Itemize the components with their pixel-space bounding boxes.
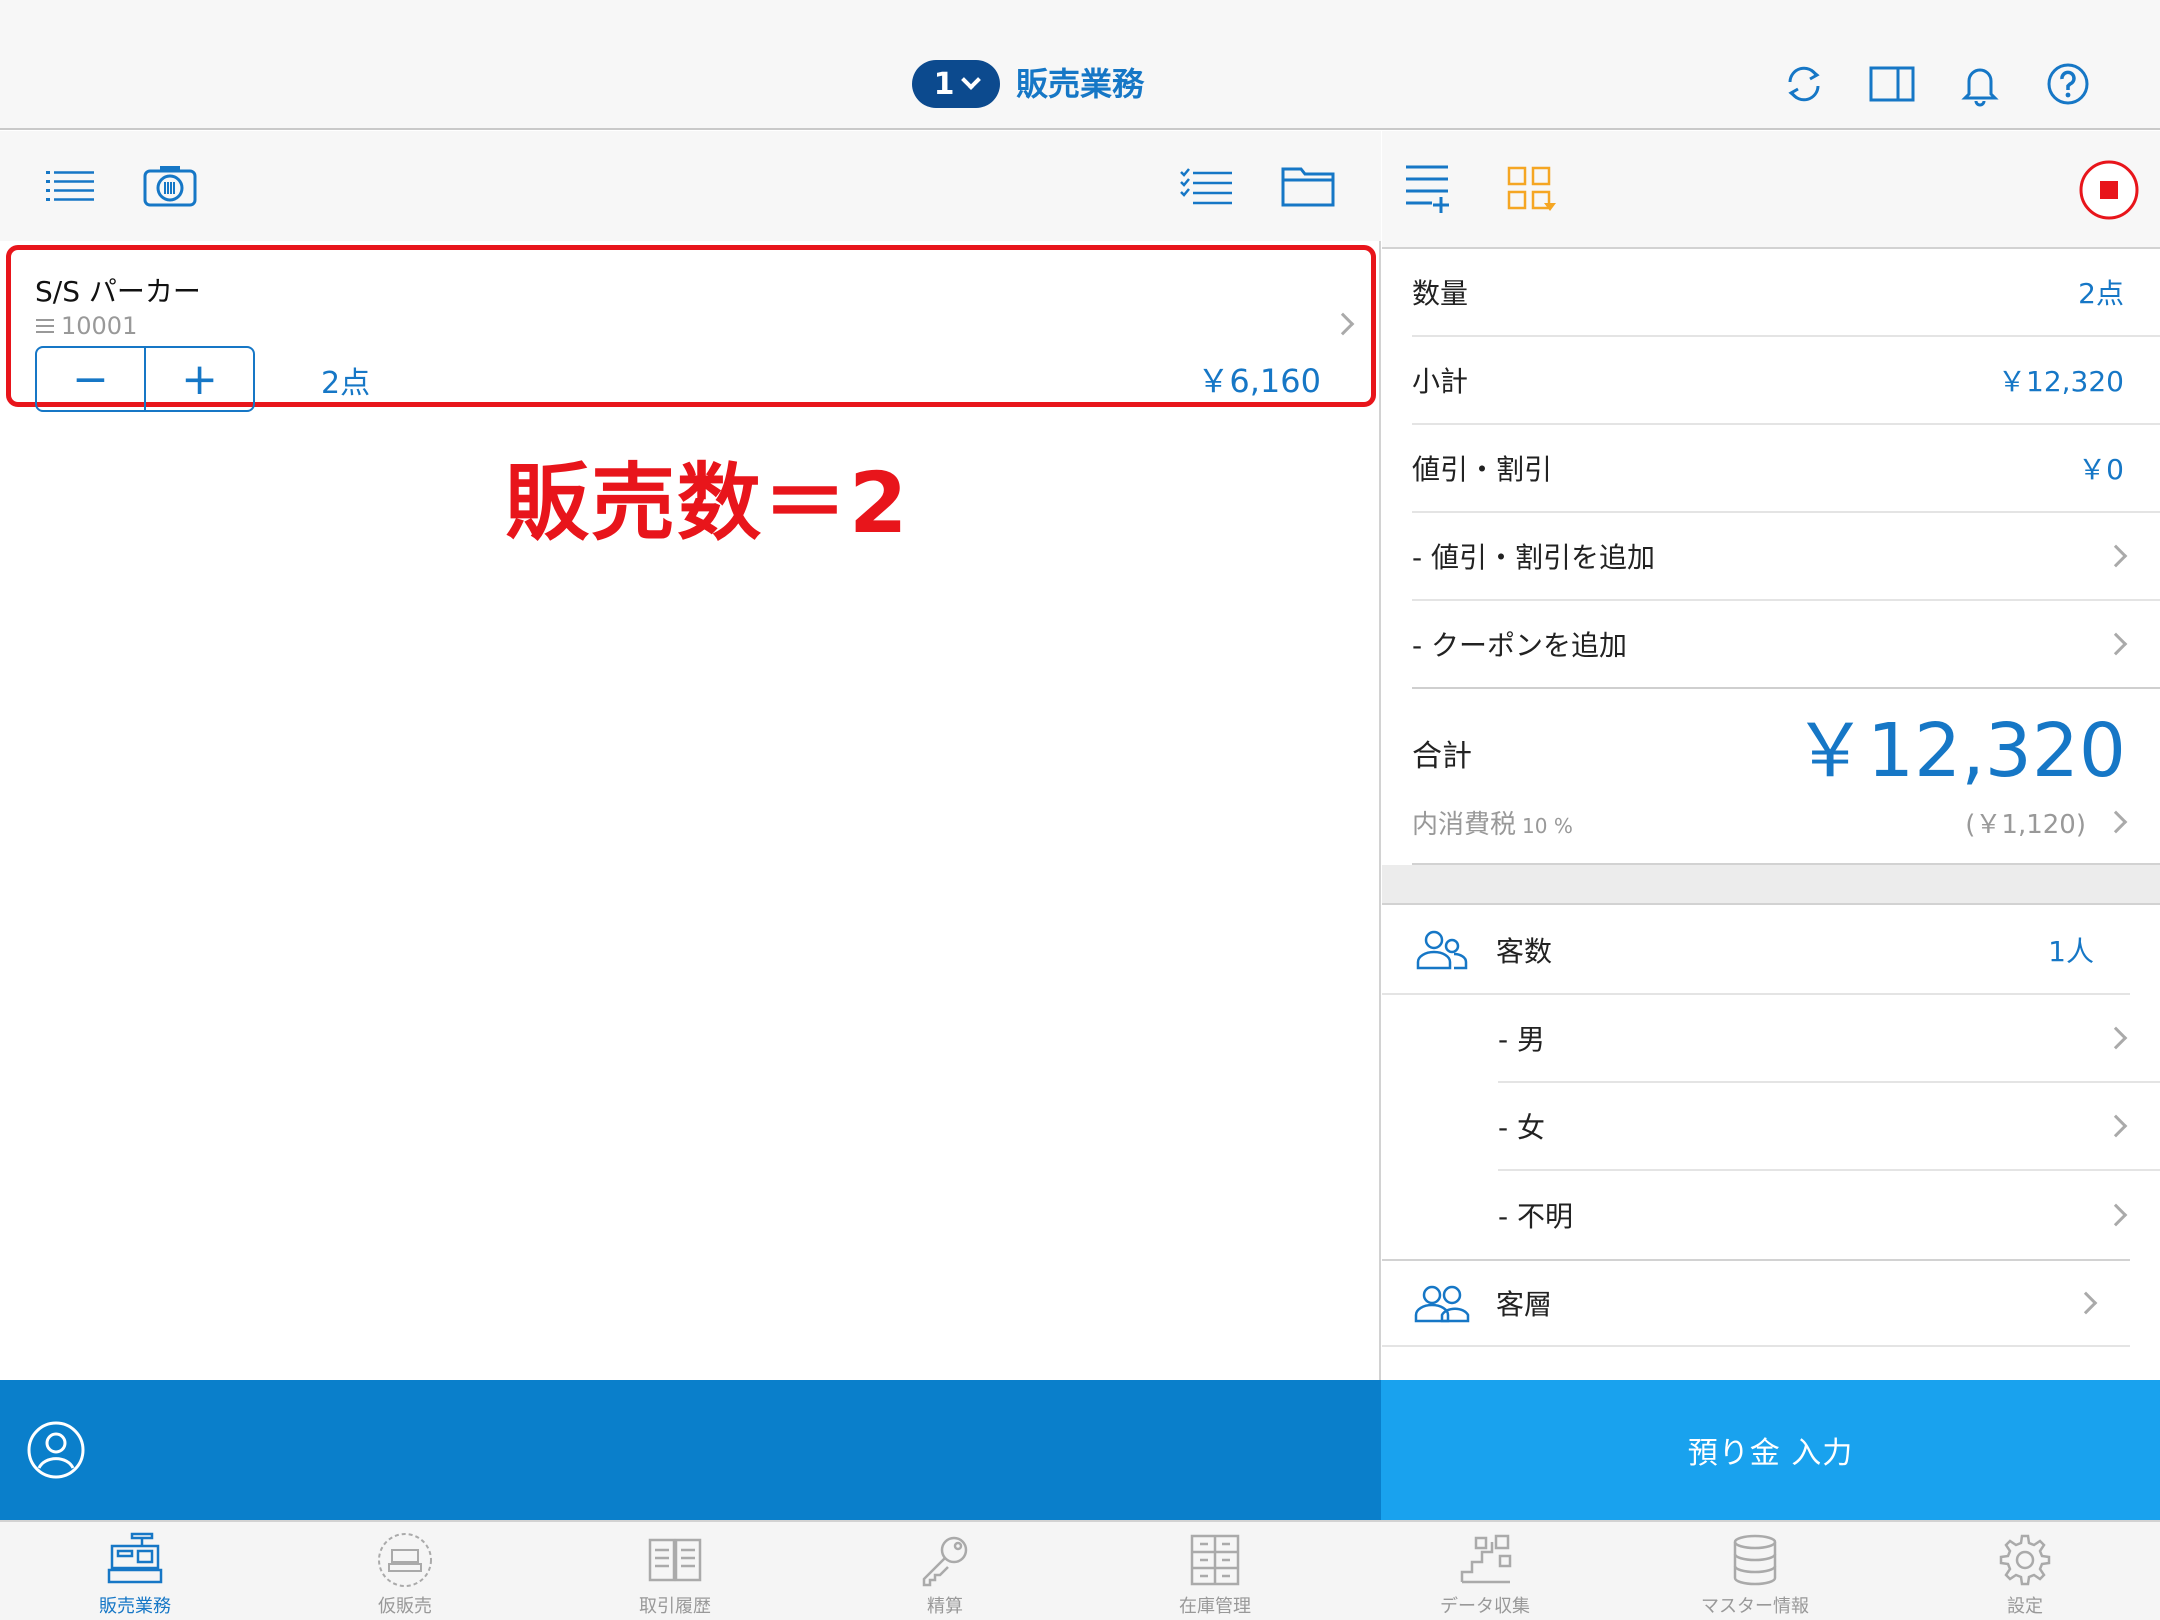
discount-value: ￥0	[2078, 453, 2124, 486]
customer-bar	[0, 1380, 1381, 1520]
quantity-stepper: − +	[35, 346, 255, 412]
tab-temp-sales[interactable]: 仮販売	[270, 1522, 540, 1620]
subtotal-row: 小計 ￥12,320	[1412, 337, 2160, 425]
tax-rate: 10 %	[1522, 813, 1573, 838]
tab-bar: 販売業務 仮販売 取引履歴 精算 在庫管理 データ収集 マスター情報 設定	[0, 1520, 2160, 1620]
register-selector[interactable]: 1	[912, 60, 1000, 108]
register-number: 1	[933, 66, 955, 102]
book-icon	[648, 1538, 702, 1582]
unknown-row[interactable]: - 不明	[1498, 1171, 2160, 1259]
barcode-camera-icon[interactable]	[142, 161, 198, 211]
subtotal-value: ￥12,320	[1998, 365, 2124, 398]
tab-master-info[interactable]: マスター情報	[1620, 1522, 1890, 1620]
customer-count-value: 1人	[2048, 935, 2094, 968]
tax-label: 内消費税	[1412, 809, 1517, 840]
split-view-icon[interactable]	[1868, 60, 1916, 108]
register-icon	[107, 1532, 163, 1584]
list-icon[interactable]	[42, 161, 98, 211]
gear-icon	[1999, 1534, 2051, 1586]
chevron-right-icon	[2104, 1026, 2128, 1050]
cabinet-icon	[1190, 1534, 1240, 1586]
section-separator	[1382, 865, 2160, 905]
chevron-down-icon	[961, 70, 982, 90]
tax-value: (￥1,120)	[1965, 809, 2086, 840]
customers-icon	[1416, 930, 1468, 970]
tab-inventory[interactable]: 在庫管理	[1080, 1522, 1350, 1620]
chevron-right-icon	[2104, 544, 2128, 568]
deposit-input-button[interactable]: 預り金 入力	[1381, 1380, 2160, 1520]
customer-segment-icon	[1414, 1285, 1470, 1323]
tab-data-collection[interactable]: データ収集	[1350, 1522, 1620, 1620]
item-quantity: 2点	[321, 366, 371, 401]
tab-sales[interactable]: 販売業務	[0, 1522, 270, 1620]
temp-register-icon	[378, 1533, 432, 1587]
add-line-icon[interactable]	[1404, 161, 1452, 217]
menu-lines-icon	[36, 319, 54, 333]
stop-record-icon[interactable]	[2078, 159, 2140, 221]
chevron-right-icon	[2104, 1114, 2128, 1138]
cart-item-row[interactable]: S/S パーカー 10001 − + 2点 ￥6,160	[6, 245, 1376, 412]
page-title: 販売業務	[1016, 65, 1145, 103]
quantity-value: 2点	[2078, 277, 2124, 310]
item-code: 10001	[35, 312, 137, 340]
add-coupon-row[interactable]: - クーポンを追加	[1412, 601, 2160, 689]
total-label: 合計	[1412, 739, 1472, 774]
decrement-button[interactable]: −	[37, 348, 144, 410]
help-icon[interactable]	[2044, 60, 2092, 108]
key-icon	[922, 1536, 968, 1587]
cart-toolbar	[0, 131, 1381, 241]
female-row[interactable]: - 女	[1498, 1083, 2160, 1171]
male-row[interactable]: - 男	[1498, 995, 2160, 1083]
increment-button[interactable]: +	[144, 348, 253, 410]
summary-toolbar	[1382, 131, 2160, 249]
summary-pane: 数量 2点 小計 ￥12,320 値引・割引 ￥0 - 値引・割引を追加 - ク…	[1382, 131, 2160, 1380]
cart-pane: S/S パーカー 10001 − + 2点 ￥6,160 販売数＝2	[0, 131, 1381, 1380]
item-code-text: 10001	[61, 312, 138, 340]
chevron-right-icon	[2104, 1203, 2128, 1227]
customer-account-icon[interactable]	[26, 1420, 86, 1480]
tab-settings[interactable]: 設定	[1890, 1522, 2160, 1620]
discount-row: 値引・割引 ￥0	[1412, 425, 2160, 513]
database-icon	[1733, 1534, 1777, 1586]
chevron-right-icon	[2104, 810, 2128, 834]
folder-icon[interactable]	[1280, 161, 1336, 211]
chevron-right-icon	[2074, 1291, 2098, 1315]
item-price: ￥6,160	[1197, 362, 1321, 400]
quantity-row: 数量 2点	[1412, 249, 2160, 337]
add-discount-row[interactable]: - 値引・割引を追加	[1412, 513, 2160, 601]
sync-icon[interactable]	[1780, 60, 1828, 108]
chevron-right-icon	[1331, 312, 1355, 336]
chevron-right-icon	[2104, 632, 2128, 656]
customer-segment-row[interactable]: 客層	[1382, 1259, 2130, 1347]
tab-history[interactable]: 取引履歴	[540, 1522, 810, 1620]
quick-grid-icon[interactable]	[1506, 165, 1558, 215]
tax-row[interactable]: 内消費税 10 % (￥1,120)	[1412, 781, 2160, 865]
annotation-label: 販売数＝2	[505, 454, 910, 552]
checklist-icon[interactable]	[1178, 161, 1234, 211]
tab-settlement[interactable]: 精算	[810, 1522, 1080, 1620]
bell-icon[interactable]	[1956, 60, 2004, 108]
data-collection-icon	[1460, 1534, 1512, 1584]
item-name: S/S パーカー	[35, 275, 201, 308]
customer-count-row: 客数 1人	[1382, 907, 2130, 995]
top-bar: 1 販売業務	[0, 0, 2160, 130]
